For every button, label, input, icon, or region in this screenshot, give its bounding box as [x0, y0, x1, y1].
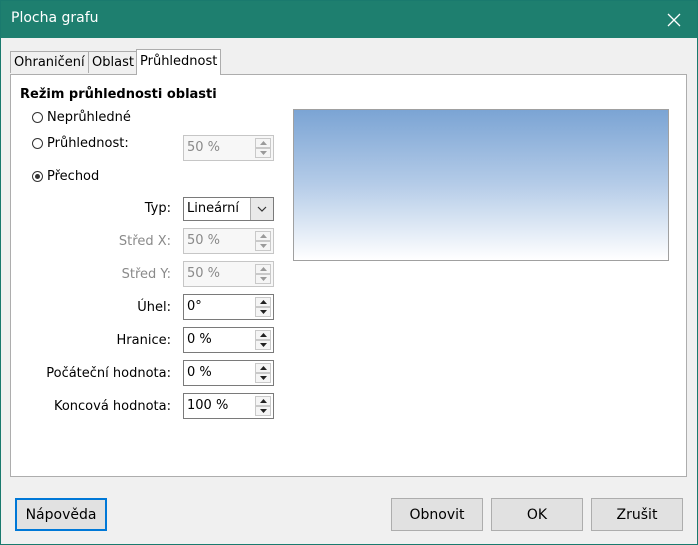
angle-label: Úhel: [137, 300, 171, 315]
transparency-spinbox[interactable]: 50 % [183, 135, 274, 161]
spin-down-icon[interactable] [255, 340, 271, 350]
border-label: Hranice: [116, 333, 171, 348]
center-y-spinbox[interactable]: 50 % [183, 261, 274, 287]
tab-transparency[interactable]: Průhlednost [136, 49, 221, 75]
transparency-value: 50 % [187, 140, 221, 155]
spin-down-icon[interactable] [255, 241, 271, 251]
tab-panel: Režim průhlednosti oblasti Neprůhledné P… [10, 74, 687, 477]
spin-down-icon[interactable] [255, 406, 271, 416]
type-value: Lineární [187, 201, 240, 216]
tab-borders[interactable]: Ohraničení [10, 51, 89, 73]
title-bar: Plocha grafu [1, 1, 697, 38]
radio-opaque-circle[interactable] [32, 111, 43, 123]
close-button[interactable] [651, 1, 697, 38]
radio-opaque[interactable]: Neprůhledné [32, 108, 131, 126]
spin-up-icon[interactable] [255, 138, 271, 148]
radio-gradient-label: Přechod [47, 168, 100, 184]
spin-down-icon[interactable] [255, 274, 271, 284]
radio-gradient-circle[interactable] [32, 170, 43, 182]
center-x-label: Střed X: [118, 234, 171, 249]
angle-spinbox[interactable]: 0° [183, 294, 274, 320]
spin-down-icon[interactable] [255, 373, 271, 383]
angle-value: 0° [187, 299, 202, 314]
type-label: Typ: [144, 201, 171, 216]
spin-up-icon[interactable] [255, 396, 271, 406]
border-value: 0 % [187, 332, 212, 347]
border-spinbox[interactable]: 0 % [183, 327, 274, 353]
end-value: 100 % [187, 398, 229, 413]
cancel-button[interactable]: Zrušit [591, 498, 683, 531]
spin-up-icon[interactable] [255, 297, 271, 307]
ok-button[interactable]: OK [491, 498, 583, 531]
end-value-spinbox[interactable]: 100 % [183, 393, 274, 419]
gradient-preview [293, 109, 669, 261]
radio-gradient[interactable]: Přechod [32, 167, 99, 185]
dialog-window: Plocha grafu Ohraničení Oblast Průhledno… [0, 0, 698, 545]
spin-up-icon[interactable] [255, 330, 271, 340]
help-button[interactable]: Nápověda [15, 498, 107, 531]
tab-area[interactable]: Oblast [88, 51, 138, 73]
radio-opaque-label: Neprůhledné [47, 109, 131, 125]
center-x-value: 50 % [187, 233, 221, 248]
start-value-label: Počáteční hodnota: [46, 366, 171, 381]
center-y-label: Střed Y: [121, 267, 171, 282]
type-select[interactable]: Lineární [183, 197, 274, 221]
radio-transparency-circle[interactable] [32, 137, 43, 149]
radio-transparency[interactable]: Průhlednost: [32, 134, 129, 152]
spin-down-icon[interactable] [255, 148, 271, 158]
center-y-value: 50 % [187, 266, 221, 281]
section-title: Režim průhlednosti oblasti [20, 87, 217, 102]
chevron-down-icon[interactable] [250, 198, 273, 220]
center-x-spinbox[interactable]: 50 % [183, 228, 274, 254]
start-value-spinbox[interactable]: 0 % [183, 360, 274, 386]
reset-button[interactable]: Obnovit [391, 498, 483, 531]
spin-down-icon[interactable] [255, 307, 271, 317]
spin-up-icon[interactable] [255, 264, 271, 274]
end-value-label: Koncová hodnota: [53, 399, 171, 414]
close-icon [667, 13, 681, 26]
spin-up-icon[interactable] [255, 231, 271, 241]
window-title: Plocha grafu [11, 10, 99, 26]
spin-up-icon[interactable] [255, 363, 271, 373]
radio-transparency-label: Průhlednost: [47, 135, 129, 151]
start-value: 0 % [187, 365, 212, 380]
